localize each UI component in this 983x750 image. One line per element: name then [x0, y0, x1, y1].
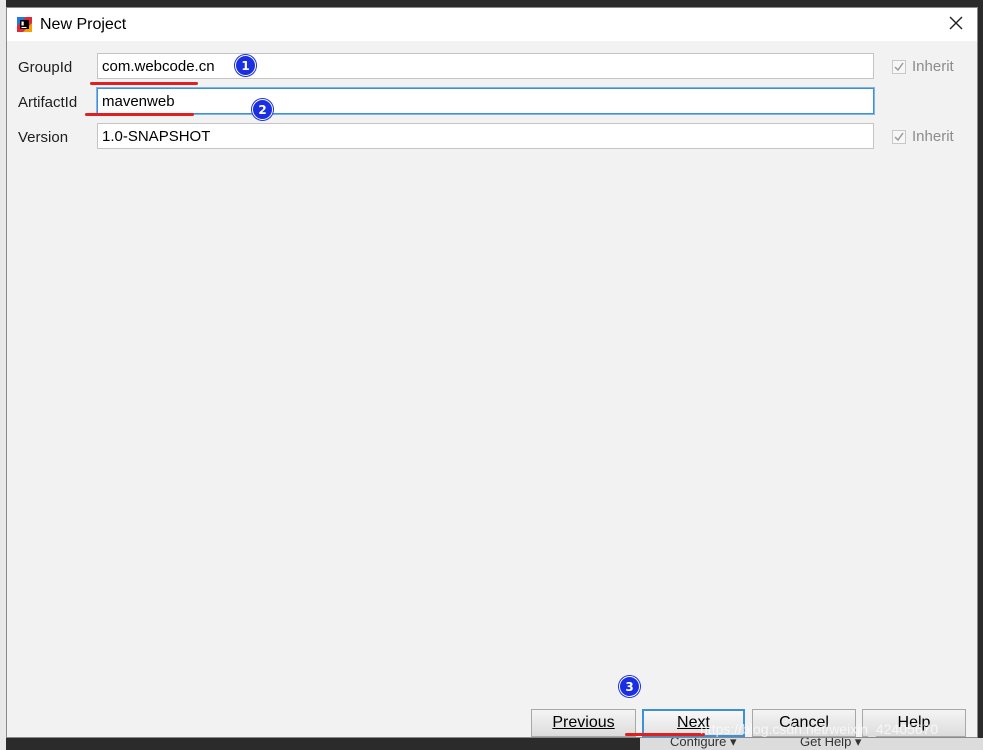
check-icon [894, 62, 904, 71]
previous-button[interactable]: Previous [531, 709, 636, 737]
version-inherit-checkbox[interactable]: Inherit [892, 128, 954, 145]
dialog-titlebar: New Project [7, 8, 977, 41]
annotation-badge-3: 3 [619, 676, 640, 697]
annotation-badge-1: 1 [235, 55, 256, 76]
close-icon [949, 16, 963, 34]
watermark-text: https://blog.csdn.net/weixin_42405670 [700, 721, 939, 737]
annotation-badge-2: 2 [252, 99, 273, 120]
artifactid-input[interactable] [97, 88, 874, 114]
check-icon [894, 132, 904, 141]
version-label: Version [18, 129, 69, 146]
new-project-dialog: New Project GroupId Inherit 1 ArtifactId… [6, 7, 978, 738]
groupid-inherit-label: Inherit [912, 58, 954, 75]
artifactid-label: ArtifactId [18, 94, 78, 111]
background-get-help-link: Get Help ▾ [800, 738, 862, 749]
groupid-input[interactable] [97, 53, 874, 79]
groupid-label: GroupId [18, 59, 73, 76]
annotation-underline-groupid [90, 82, 198, 85]
annotation-underline-artifactid [85, 113, 194, 116]
checkbox-box [892, 59, 906, 74]
version-inherit-label: Inherit [912, 128, 954, 145]
version-input[interactable] [97, 123, 874, 149]
close-button[interactable] [939, 10, 973, 40]
groupid-inherit-checkbox[interactable]: Inherit [892, 58, 954, 75]
background-ide-bottom-bar: Configure ▾ Get Help ▾ [640, 738, 983, 750]
intellij-app-icon [17, 17, 32, 32]
checkbox-box [892, 129, 906, 144]
annotation-underline-next [625, 733, 705, 736]
background-configure-link: Configure ▾ [670, 738, 737, 749]
dialog-title: New Project [40, 16, 127, 33]
